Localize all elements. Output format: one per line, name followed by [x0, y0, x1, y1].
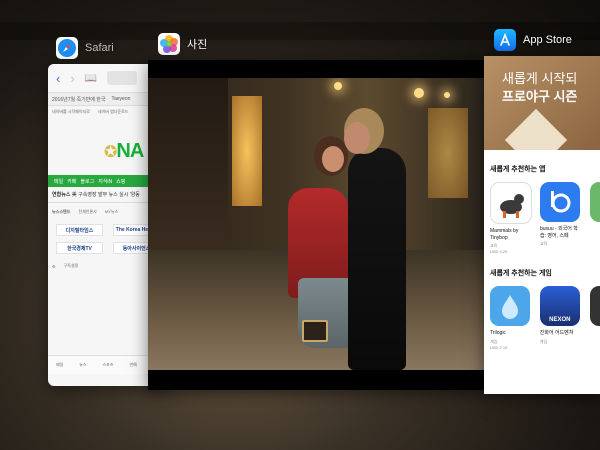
app-tile-mammals[interactable]: Mammals by Tinybop 교육 USD 3.29 — [490, 182, 532, 254]
photo-couple-street — [148, 78, 486, 370]
gear-icon: ⚙ — [52, 263, 56, 269]
building-wall — [148, 78, 228, 258]
app-name: Safari — [85, 42, 114, 54]
app-label-photos[interactable]: 사진 — [158, 33, 207, 55]
section-title: 새롭게 추천하는 게임 — [490, 270, 552, 277]
shop-window — [232, 96, 262, 206]
safari-compass-icon — [56, 37, 78, 59]
nav-item[interactable]: 지식iN — [98, 178, 112, 185]
handbag — [302, 320, 328, 342]
section-title: 새롭게 추천하는 앱 — [490, 166, 546, 173]
app-name: 진화어 어드벤쳐 — [539, 330, 574, 336]
featured-banner[interactable]: 새롭게 시작되 프로야구 시즌 — [484, 56, 600, 150]
app-category: 게임 — [539, 338, 548, 344]
footer-item[interactable]: 메일 — [56, 362, 63, 368]
app-name: App Store — [523, 34, 572, 46]
partial-app-icon[interactable] — [589, 182, 600, 222]
app-label-app-store[interactable]: App Store — [494, 29, 572, 51]
nav-item[interactable]: 메일 — [54, 178, 63, 185]
news-tab[interactable]: MY뉴스 — [105, 209, 118, 215]
footer-item[interactable]: 스포츠 — [102, 362, 113, 368]
address-bar[interactable] — [107, 71, 138, 85]
banner-line2: 프로야구 시즌 — [502, 89, 578, 104]
app-store-icon — [494, 29, 516, 51]
nav-item[interactable]: 카페 — [67, 178, 76, 185]
footer-item[interactable]: 뉴스 — [79, 362, 86, 368]
man-dark-suit — [348, 148, 406, 370]
baseball-diamond-graphic — [504, 108, 568, 150]
app-tile-trilogic[interactable]: Trilogic 게임 USD 2.19 — [490, 286, 532, 350]
app-tile-busuu[interactable]: busuu - 외국어 학습: 영어, 스페 교육 — [540, 182, 582, 254]
app-name: busuu - 외국어 학습: 영어, 스페 — [540, 226, 578, 239]
mammals-icon — [490, 182, 532, 224]
street-light — [444, 92, 450, 98]
tab[interactable]: Taeyeon — [111, 96, 130, 102]
photos-flower-icon — [158, 33, 180, 55]
app-price: USD 2.19 — [490, 344, 508, 350]
app-store-card[interactable]: 새롭게 시작되 프로야구 시즌 새롭게 추천하는 앱 Mammals by Ti… — [484, 56, 600, 394]
app-row: Mammals by Tinybop 교육 USD 3.29 busuu - 외… — [484, 182, 600, 254]
woman-face — [322, 146, 344, 172]
banner-line1: 새롭게 시작되 — [502, 71, 578, 86]
mascot-icon: ✪ — [104, 144, 117, 161]
app-tile-adventure[interactable]: NEXON 진화어 어드벤쳐 게임 — [539, 286, 582, 350]
photos-app-card[interactable] — [148, 60, 486, 390]
bookmarks-book-icon[interactable]: 📖 — [85, 73, 97, 84]
busuu-icon — [540, 182, 580, 222]
tab[interactable]: 2016년7월 즉기반에 한국 — [52, 96, 105, 103]
nexon-game-icon: NEXON — [539, 286, 580, 326]
nav-item[interactable]: 블로그 — [80, 178, 94, 185]
bookmark-link[interactable]: 네이버를 시작페이지로 — [52, 109, 90, 115]
forward-chevron-icon[interactable]: › — [70, 71, 74, 86]
game-row: Trilogic 게임 USD 2.19 NEXON 진화어 어드벤쳐 게임 — [484, 286, 600, 350]
footer-item[interactable]: 연예 — [129, 362, 136, 368]
news-tab[interactable]: 뉴스스탠드 — [52, 209, 70, 215]
street-light — [334, 82, 342, 90]
back-chevron-icon[interactable]: ‹ — [56, 71, 60, 86]
bookmark-link[interactable]: 네이버 앱다운로드 — [98, 109, 129, 115]
app-category: 교육 — [540, 241, 548, 246]
app-label-safari[interactable]: Safari — [56, 37, 114, 59]
press-logo[interactable]: 한국경제TV — [56, 242, 103, 254]
app-name: Mammals by Tinybop — [490, 228, 519, 241]
news-tab[interactable]: 전체언론사 — [78, 209, 96, 215]
street-light — [414, 88, 424, 98]
partial-game-icon[interactable] — [589, 286, 600, 326]
shop-window — [428, 108, 468, 198]
nav-item[interactable]: 쇼핑 — [116, 178, 125, 185]
man-face — [344, 122, 370, 154]
app-name: Trilogic — [490, 330, 506, 336]
app-price: USD 3.29 — [490, 249, 508, 254]
water-drop-icon — [490, 286, 530, 326]
press-logo[interactable]: 디지털타임스 — [56, 224, 103, 236]
app-name: 사진 — [187, 39, 208, 51]
